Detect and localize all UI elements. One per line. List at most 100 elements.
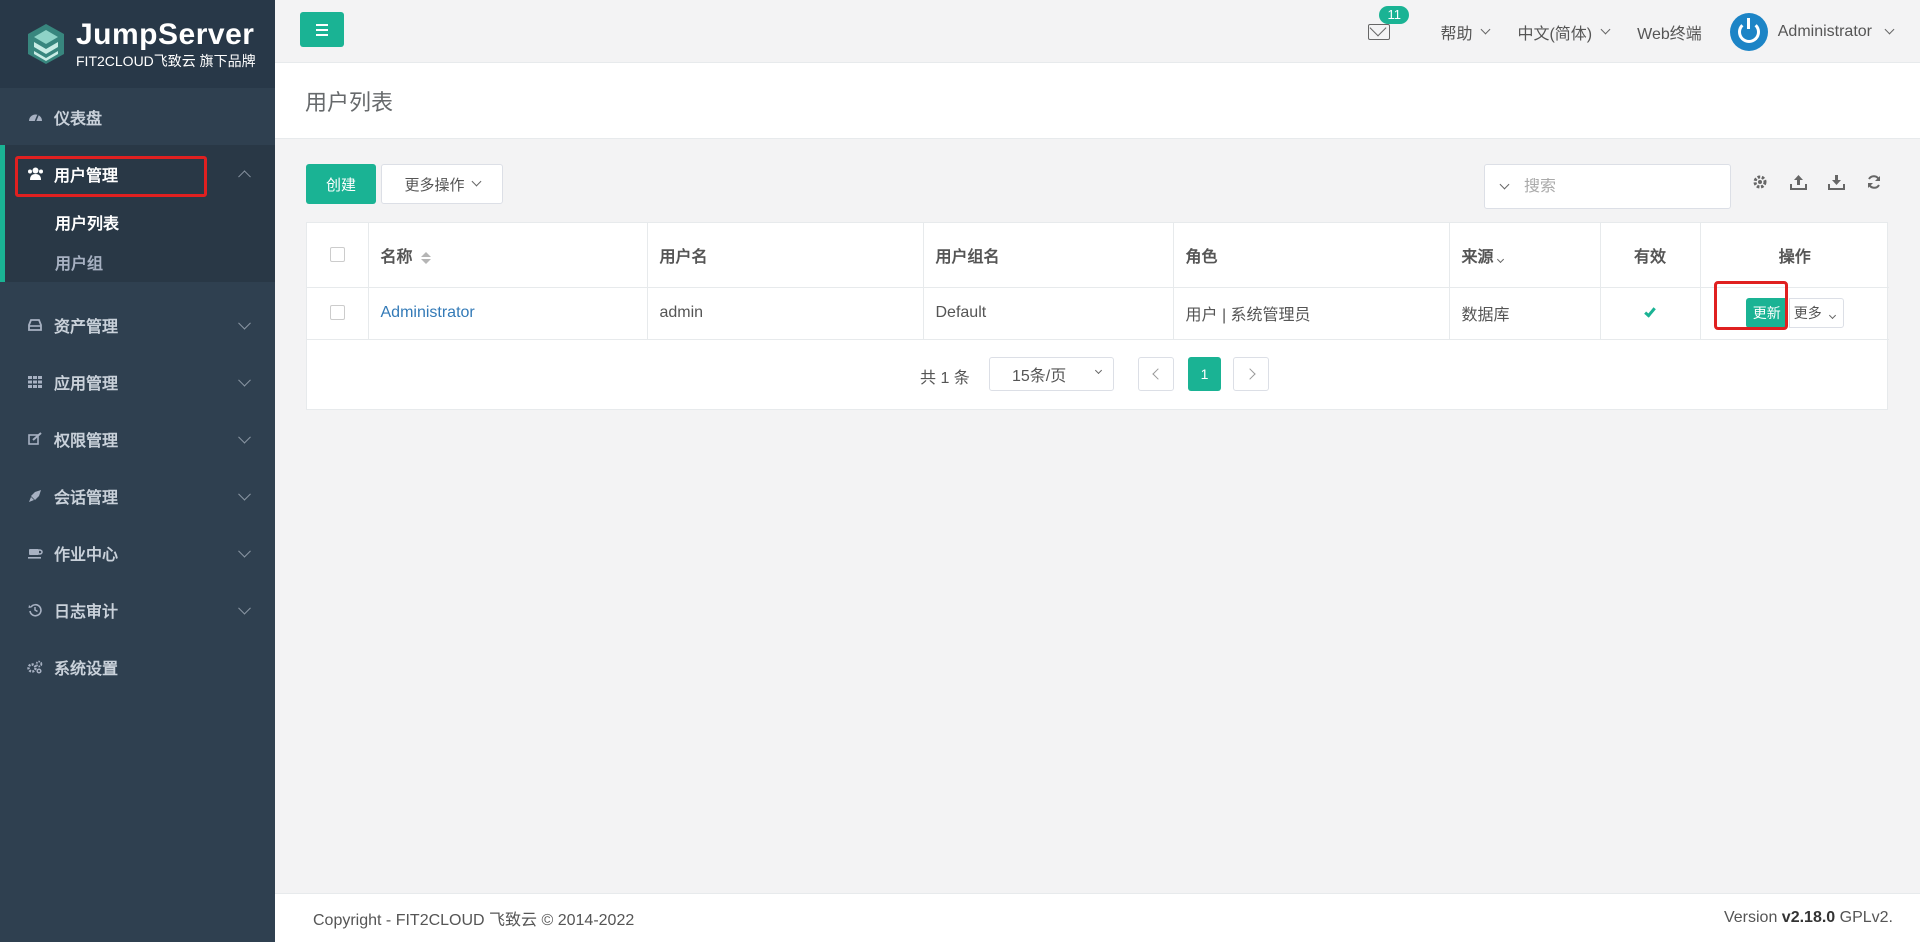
footer: Copyright - FIT2CLOUD 飞致云 © 2014-2022 Ve… bbox=[275, 893, 1920, 942]
language-label: 中文(简体) bbox=[1517, 25, 1593, 43]
users-icon bbox=[26, 167, 44, 180]
select-all-checkbox[interactable] bbox=[329, 247, 345, 263]
web-terminal-link[interactable]: Web终端 bbox=[1637, 20, 1702, 44]
row-checkbox[interactable] bbox=[329, 305, 345, 321]
refresh-icon[interactable] bbox=[1864, 172, 1884, 192]
sidebar-subitem-user-list[interactable]: 用户列表 bbox=[5, 202, 275, 242]
user-name: Administrator bbox=[1777, 22, 1872, 40]
update-button[interactable]: 更新 bbox=[1745, 298, 1788, 328]
sidebar-item-settings[interactable]: 系统设置 bbox=[0, 638, 275, 695]
check-icon bbox=[1644, 305, 1656, 318]
power-icon bbox=[1737, 17, 1760, 43]
chevron-down-icon bbox=[238, 544, 251, 558]
chevron-down-icon bbox=[1884, 24, 1895, 34]
brand-logo[interactable]: JumpServer FIT2CLOUD飞致云 旗下品牌 bbox=[0, 0, 275, 88]
sidebar-item-applications[interactable]: 应用管理 bbox=[0, 353, 275, 410]
column-header-role: 角色 bbox=[1173, 223, 1450, 288]
page-title: 用户列表 bbox=[305, 90, 394, 115]
next-page-button[interactable] bbox=[1233, 357, 1269, 391]
table-header-row: 名称 用户名 用户组名 角色 来源 有效 操作 bbox=[307, 223, 1889, 288]
more-actions-label: 更多操作 bbox=[404, 176, 465, 194]
column-label: 名称 bbox=[380, 248, 413, 266]
sidebar-group-users: 用户管理 用户列表 用户组 bbox=[0, 145, 275, 282]
column-header-name[interactable]: 名称 bbox=[368, 223, 648, 288]
row-more-button[interactable]: 更多 bbox=[1788, 298, 1844, 328]
edit-icon bbox=[26, 432, 44, 445]
download-icon[interactable] bbox=[1826, 172, 1846, 192]
help-dropdown[interactable]: 帮助 bbox=[1440, 20, 1491, 44]
chevron-down-icon bbox=[238, 316, 251, 330]
sort-icon[interactable] bbox=[420, 251, 431, 264]
column-header-group: 用户组名 bbox=[923, 223, 1174, 288]
cell-actions: 更新 更多 bbox=[1700, 287, 1889, 340]
jumpserver-logo-icon bbox=[28, 24, 64, 64]
create-button[interactable]: 创建 bbox=[306, 164, 376, 204]
sidebar-item-label: 用户管理 bbox=[54, 167, 119, 185]
sidebar-item-dashboard[interactable]: 仪表盘 bbox=[0, 88, 275, 145]
cell-valid bbox=[1600, 287, 1701, 340]
row-select-cell bbox=[307, 287, 369, 340]
sidebar-toggle-button[interactable] bbox=[300, 12, 344, 47]
sidebar-item-label: 权限管理 bbox=[54, 432, 119, 450]
settings-icon[interactable] bbox=[1750, 172, 1770, 192]
sidebar-item-label: 仪表盘 bbox=[54, 110, 103, 128]
chevron-down-icon bbox=[1481, 24, 1491, 34]
chevron-down-icon bbox=[471, 176, 481, 187]
hamburger-icon bbox=[316, 23, 328, 26]
sidebar-item-jobs[interactable]: 作业中心 bbox=[0, 524, 275, 581]
cell-role: 用户 | 系统管理员 bbox=[1173, 287, 1450, 340]
page-number-current[interactable]: 1 bbox=[1188, 357, 1221, 391]
chevron-right-icon bbox=[1243, 368, 1256, 380]
search-box[interactable] bbox=[1484, 164, 1731, 209]
chevron-down-icon bbox=[1600, 24, 1611, 34]
table-row: Administrator admin Default 用户 | 系统管理员 数… bbox=[307, 287, 1889, 340]
sidebar-subitem-user-groups[interactable]: 用户组 bbox=[5, 242, 275, 282]
chevron-down-icon bbox=[238, 487, 251, 501]
sidebar-item-audit[interactable]: 日志审计 bbox=[0, 581, 275, 638]
chevron-down-icon bbox=[1828, 311, 1836, 320]
sidebar-item-assets[interactable]: 资产管理 bbox=[0, 296, 275, 353]
dashboard-icon bbox=[26, 110, 44, 123]
cell-username: admin bbox=[647, 287, 924, 340]
grid-icon bbox=[26, 375, 44, 388]
select-all-cell bbox=[307, 223, 369, 288]
more-actions-button[interactable]: 更多操作 bbox=[381, 164, 503, 204]
row-more-label: 更多 bbox=[1793, 305, 1822, 321]
sidebar-item-label: 会话管理 bbox=[54, 489, 119, 507]
column-header-actions: 操作 bbox=[1700, 223, 1889, 288]
chevron-down-icon bbox=[238, 601, 251, 615]
page-size-select[interactable]: 15条/页 bbox=[989, 357, 1114, 391]
brand-subtitle: FIT2CLOUD飞致云 旗下品牌 bbox=[76, 53, 256, 69]
sidebar-item-label: 日志审计 bbox=[54, 603, 119, 621]
help-label: 帮助 bbox=[1440, 25, 1473, 43]
brand-title: JumpServer bbox=[76, 18, 255, 51]
sidebar-item-label: 系统设置 bbox=[54, 660, 119, 678]
top-navbar: 11 帮助 中文(简体) Web终端 Administrator bbox=[275, 0, 1920, 63]
sidebar-item-label: 资产管理 bbox=[54, 318, 119, 336]
column-header-valid: 有效 bbox=[1600, 223, 1701, 288]
gears-icon bbox=[26, 660, 44, 674]
version-text: Version v2.18.0 GPLv2. bbox=[1723, 909, 1893, 926]
prev-page-button[interactable] bbox=[1138, 357, 1174, 391]
sidebar-item-sessions[interactable]: 会话管理 bbox=[0, 467, 275, 524]
chevron-down-icon[interactable] bbox=[1499, 179, 1510, 189]
column-header-source[interactable]: 来源 bbox=[1449, 223, 1601, 288]
filter-chevron-icon bbox=[1496, 255, 1504, 263]
page-header: 用户列表 bbox=[275, 63, 1920, 139]
notification-badge: 11 bbox=[1379, 5, 1409, 24]
search-input[interactable] bbox=[1524, 177, 1684, 196]
user-name-link[interactable]: Administrator bbox=[381, 304, 475, 321]
column-label: 来源 bbox=[1461, 248, 1494, 266]
cell-name: Administrator bbox=[368, 287, 648, 340]
upload-icon[interactable] bbox=[1788, 172, 1808, 192]
user-dropdown[interactable]: Administrator bbox=[1729, 12, 1895, 51]
pagination-total: 共 1 条 bbox=[920, 370, 970, 387]
mail-icon[interactable]: 11 bbox=[1368, 5, 1409, 40]
language-dropdown[interactable]: 中文(简体) bbox=[1517, 20, 1611, 44]
avatar bbox=[1729, 12, 1768, 51]
sidebar-item-label: 应用管理 bbox=[54, 375, 119, 393]
sidebar-item-user-management[interactable]: 用户管理 bbox=[5, 145, 275, 202]
page-size-value: 15条/页 bbox=[1012, 368, 1067, 385]
sidebar-item-permissions[interactable]: 权限管理 bbox=[0, 410, 275, 467]
table-tools bbox=[1750, 172, 1884, 192]
